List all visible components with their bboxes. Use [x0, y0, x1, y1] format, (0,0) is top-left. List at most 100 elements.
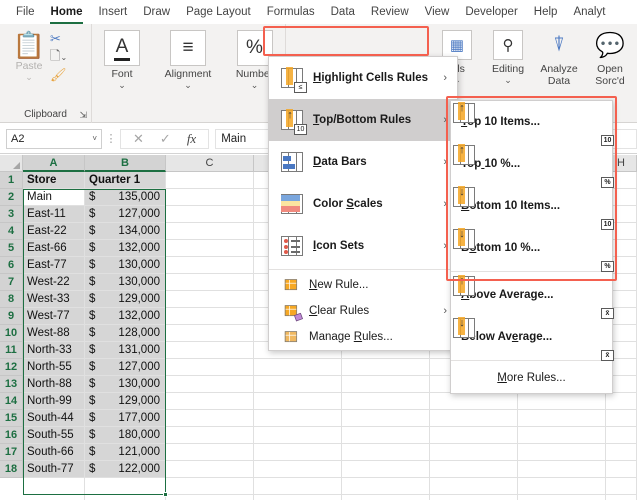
row-header-7[interactable]: 7: [0, 274, 23, 291]
paste-button[interactable]: 📋 Paste ⌄: [6, 30, 52, 82]
cell-A12[interactable]: North-55: [23, 359, 85, 376]
cell-A7[interactable]: West-22: [23, 274, 85, 291]
cf-menu-item-new-rule[interactable]: New Rule...: [269, 272, 457, 298]
font-button[interactable]: A Font ⌄: [93, 30, 151, 90]
cell-empty[interactable]: [342, 495, 430, 500]
alignment-button[interactable]: ≡ Alignment ⌄: [159, 30, 217, 90]
cell-empty[interactable]: [518, 495, 606, 500]
cell-G17[interactable]: [518, 444, 606, 461]
cell-F17[interactable]: [430, 444, 518, 461]
submenu-item-above-average[interactable]: ↑x̄Above Average...: [451, 274, 614, 319]
cell-B12[interactable]: $127,000: [85, 359, 166, 376]
cell-empty[interactable]: [430, 495, 518, 500]
ribbon-tab-formulas[interactable]: Formulas: [259, 0, 323, 24]
cell-H17[interactable]: [606, 444, 637, 461]
row-header-18[interactable]: 18: [0, 461, 23, 478]
cell-B8[interactable]: $129,000: [85, 291, 166, 308]
cell-E12[interactable]: [342, 359, 430, 376]
selection-fill-handle[interactable]: [163, 492, 168, 497]
cell-D14[interactable]: [254, 393, 342, 410]
cell-B16[interactable]: $180,000: [85, 427, 166, 444]
cell-B7[interactable]: $130,000: [85, 274, 166, 291]
cell-A8[interactable]: West-33: [23, 291, 85, 308]
ribbon-tab-review[interactable]: Review: [363, 0, 417, 24]
cell-C2[interactable]: [166, 189, 254, 206]
cell-C1[interactable]: [166, 172, 254, 189]
cell-G16[interactable]: [518, 427, 606, 444]
cell-C16[interactable]: [166, 427, 254, 444]
ribbon-tab-help[interactable]: Help: [526, 0, 566, 24]
cell-B18[interactable]: $122,000: [85, 461, 166, 478]
row-header-15[interactable]: 15: [0, 410, 23, 427]
ribbon-tab-draw[interactable]: Draw: [135, 0, 178, 24]
cell-B2[interactable]: $135,000: [85, 189, 166, 206]
select-all-corner[interactable]: [0, 155, 23, 172]
row-header-11[interactable]: 11: [0, 342, 23, 359]
cell-C11[interactable]: [166, 342, 254, 359]
cell-C4[interactable]: [166, 223, 254, 240]
scissors-icon[interactable]: ✂: [50, 30, 90, 47]
cell-A14[interactable]: North-99: [23, 393, 85, 410]
cell-empty[interactable]: [166, 495, 254, 500]
cell-B3[interactable]: $127,000: [85, 206, 166, 223]
cell-A4[interactable]: East-22: [23, 223, 85, 240]
row-header-10[interactable]: 10: [0, 325, 23, 342]
ribbon-tab-insert[interactable]: Insert: [90, 0, 135, 24]
row-header-1[interactable]: 1: [0, 172, 23, 189]
cell-A10[interactable]: West-88: [23, 325, 85, 342]
cell-G14[interactable]: [518, 393, 606, 410]
cell-B17[interactable]: $121,000: [85, 444, 166, 461]
analyze-data-button[interactable]: ⍒ Analyze Data: [534, 30, 584, 88]
cell-E13[interactable]: [342, 376, 430, 393]
copy-icon[interactable]: 🗋⌄: [50, 47, 90, 66]
cell-F16[interactable]: [430, 427, 518, 444]
cell-E14[interactable]: [342, 393, 430, 410]
row-header-12[interactable]: 12: [0, 359, 23, 376]
cell-A15[interactable]: South-44: [23, 410, 85, 427]
cell-C18[interactable]: [166, 461, 254, 478]
chevron-down-icon[interactable]: ˅: [92, 134, 97, 143]
cell-E15[interactable]: [342, 410, 430, 427]
cell-B5[interactable]: $132,000: [85, 240, 166, 257]
row-header-6[interactable]: 6: [0, 257, 23, 274]
cf-menu-item-clear-rules[interactable]: Clear Rules ›: [269, 298, 457, 324]
cell-F14[interactable]: [430, 393, 518, 410]
submenu-item-top-10[interactable]: ↑%Top 10 %...: [451, 143, 614, 188]
cell-H14[interactable]: [606, 393, 637, 410]
cell-F18[interactable]: [430, 461, 518, 478]
dialog-launcher-icon[interactable]: ⇲: [79, 110, 87, 121]
cell-G18[interactable]: [518, 461, 606, 478]
cell-H16[interactable]: [606, 427, 637, 444]
cell-A2[interactable]: Main: [23, 189, 85, 206]
cell-C17[interactable]: [166, 444, 254, 461]
chevron-down-icon[interactable]: ⌄: [483, 75, 533, 86]
cell-A18[interactable]: South-77: [23, 461, 85, 478]
ribbon-tab-data[interactable]: Data: [323, 0, 363, 24]
fx-icon[interactable]: fx: [187, 131, 196, 147]
cell-C7[interactable]: [166, 274, 254, 291]
cf-menu-item-data-bars[interactable]: Data Bars ›: [269, 141, 457, 183]
cell-empty[interactable]: [23, 478, 85, 495]
cell-E18[interactable]: [342, 461, 430, 478]
paintbrush-icon[interactable]: 🖌: [50, 66, 90, 83]
row-header-14[interactable]: 14: [0, 393, 23, 410]
cf-menu-item-highlight-cells-rules[interactable]: ≤ Highlight Cells Rules ›: [269, 57, 457, 99]
cell-C3[interactable]: [166, 206, 254, 223]
cell-D15[interactable]: [254, 410, 342, 427]
row-header-16[interactable]: 16: [0, 427, 23, 444]
cf-menu-item-top-bottom-rules[interactable]: 10 ↑ Top/Bottom Rules ›: [269, 99, 457, 141]
cell-H18[interactable]: [606, 461, 637, 478]
cell-B9[interactable]: $132,000: [85, 308, 166, 325]
ribbon-tab-home[interactable]: Home: [43, 0, 91, 24]
column-header-A[interactable]: A: [23, 155, 85, 172]
cell-C14[interactable]: [166, 393, 254, 410]
formula-bar-handle[interactable]: ⋮: [102, 132, 120, 145]
editing-button[interactable]: ⚲ Editing ⌄: [483, 30, 533, 86]
row-header-17[interactable]: 17: [0, 444, 23, 461]
ribbon-tab-view[interactable]: View: [417, 0, 458, 24]
cell-B10[interactable]: $128,000: [85, 325, 166, 342]
cell-C10[interactable]: [166, 325, 254, 342]
ribbon-tab-developer[interactable]: Developer: [457, 0, 525, 24]
close-x-icon[interactable]: ✕: [133, 131, 144, 147]
cell-B11[interactable]: $131,000: [85, 342, 166, 359]
